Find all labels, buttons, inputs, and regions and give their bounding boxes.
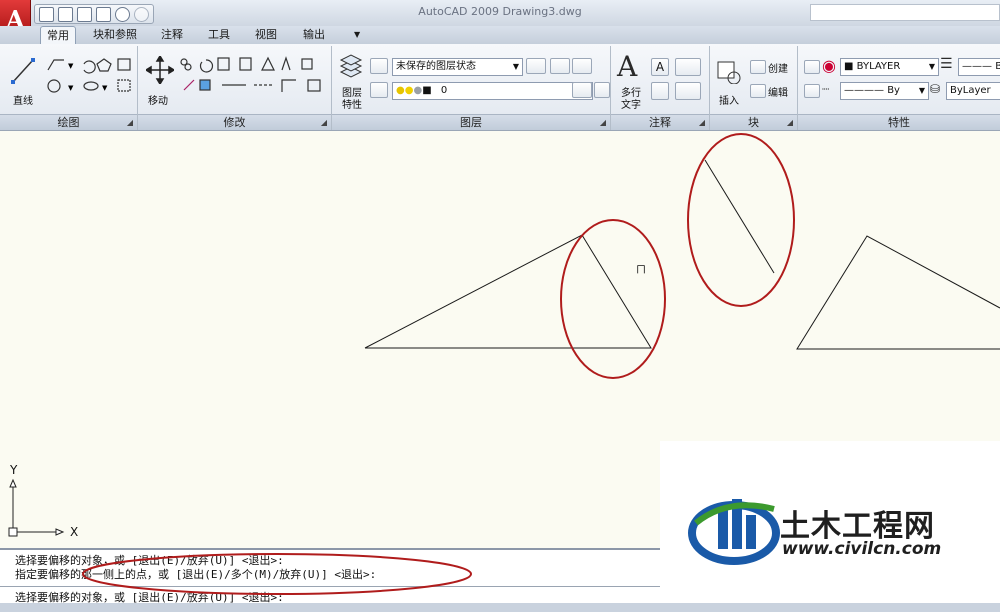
modify-panel: 移动 修改 ◢ [138, 46, 332, 130]
linetype-dropdown[interactable]: ———— By ▼ [840, 82, 929, 100]
pick-cursor: ㄇ [636, 265, 646, 276]
annotation-panel-title[interactable]: 注释 ◢ [611, 114, 709, 130]
draw-tools-grid: ▼ ▼ ▼ [47, 58, 131, 93]
dimension-icon[interactable] [675, 58, 701, 76]
layer-tool-icon[interactable] [526, 58, 546, 74]
modify-tools-grid [180, 56, 321, 92]
layer-properties-icon[interactable] [338, 52, 364, 78]
watermark-logo-icon [688, 499, 780, 565]
left-triangle[interactable] [364, 234, 652, 349]
table-icon[interactable] [651, 82, 669, 100]
properties-panel-title[interactable]: 特性 [798, 114, 1000, 130]
chamfer-icon [281, 79, 296, 92]
tab-blocks-references[interactable]: 块和参照 [87, 26, 143, 44]
tab-output[interactable]: 输出 [297, 26, 331, 44]
lineweight-icon: ☰ [940, 56, 953, 72]
lineweight-bylayer-dropdown[interactable]: ByLayer [946, 82, 1000, 100]
tab-home[interactable]: 常用 [40, 26, 76, 44]
multileader-icon[interactable] [675, 82, 701, 100]
arc-icon [83, 60, 96, 74]
layer-properties-label-2: 特性 [342, 100, 362, 111]
circle-icon [47, 79, 61, 93]
watermark-url: www.civilcn.com [782, 539, 942, 559]
layers-panel-title[interactable]: 图层 ◢ [332, 114, 610, 130]
right-triangle[interactable] [796, 235, 1000, 350]
mirror-icon [261, 56, 275, 71]
erase-icon [183, 79, 195, 91]
list-icon[interactable] [804, 84, 820, 98]
search-input[interactable] [810, 4, 1000, 21]
properties-panel: ◉ ■ BYLAYER▼ ☰ ——— B ┈ ———— By▼ ⛁ ByLaye… [798, 46, 1000, 130]
watermark-overlay: 土木工程网 www.civilcn.com [660, 441, 1000, 589]
match-properties-icon[interactable] [804, 60, 820, 74]
rotate-icon [199, 59, 214, 73]
annotation-ellipse-middle [687, 133, 795, 307]
polyline-icon [47, 59, 64, 71]
ribbon-tabs: 常用 块和参照 注释 工具 视图 输出 ▼ [0, 26, 1000, 44]
lineweight-dropdown[interactable]: ——— B [958, 58, 1000, 76]
layer-state-dropdown[interactable]: 未保存的图层状态 ▼ [392, 58, 523, 76]
insert-block-icon[interactable] [716, 56, 744, 84]
layer-tool-icon[interactable] [572, 82, 592, 98]
edit-block-label[interactable]: 编辑 [768, 84, 788, 99]
ucs-x-label: X [70, 525, 79, 539]
copy-icon [239, 57, 252, 71]
title-bar: AutoCAD 2009 Drawing3.dwg [0, 0, 1000, 27]
insert-block-label: 插入 [719, 96, 739, 107]
create-block-label[interactable]: 创建 [768, 60, 788, 75]
annotation-panel: A 多行 文字 A 注释 ◢ [611, 46, 710, 130]
edit-block-icon[interactable] [750, 84, 766, 98]
plot-style-icon: ⛁ [930, 82, 941, 96]
tab-annotate[interactable]: 注释 [155, 26, 189, 44]
offset-icon [307, 79, 321, 92]
current-layer-dropdown[interactable]: ●●●■ 0▼ [392, 82, 593, 100]
offset-line[interactable] [704, 159, 775, 274]
line-tool-icon[interactable] [10, 56, 36, 86]
create-block-icon[interactable] [750, 60, 766, 74]
color-dropdown[interactable]: ■ BYLAYER ▼ [840, 58, 939, 76]
layer-tool-icon[interactable] [594, 82, 610, 98]
svg-text:▼: ▼ [102, 84, 108, 92]
hatch-icon [117, 79, 131, 92]
layers-panel: 图层 特性 未保存的图层状态▼ ●●●■ 0▼ 图层◢ [332, 46, 611, 130]
linetype-icon: ┈ [822, 82, 830, 96]
fillet-icon [281, 56, 291, 71]
svg-text:▼: ▼ [68, 62, 74, 70]
explode-icon [199, 79, 211, 91]
ribbon: 直线 ▼ ▼ ▼ 绘图 ◢ 移动 修改 ◢ 图层 特性 未保存的图层状态 ▼ ●… [0, 44, 1000, 131]
make-current-layer-icon[interactable] [370, 82, 388, 98]
block-panel-title[interactable]: 块 ◢ [710, 114, 797, 130]
layer-state-manager-icon[interactable] [370, 58, 388, 74]
draw-panel: 直线 ▼ ▼ ▼ 绘图 ◢ [0, 46, 138, 130]
status-bar [0, 603, 1000, 612]
annotation-ellipse-command [82, 553, 472, 595]
polygon-icon [96, 58, 112, 72]
rectangle-icon [117, 58, 131, 71]
trim-icon [217, 57, 230, 71]
mtext-label-2: 文字 [621, 100, 641, 111]
multiline-text-icon[interactable]: A [617, 50, 637, 83]
ucs-y-label: Y [10, 463, 18, 477]
minimize-ribbon-icon[interactable]: ▼ [348, 26, 366, 44]
block-panel: 插入 创建 编辑 块 ◢ [710, 46, 798, 130]
tab-tools[interactable]: 工具 [202, 26, 236, 44]
color-wheel-icon[interactable]: ◉ [822, 56, 836, 75]
array-icon [301, 58, 313, 70]
layer-tool-icon[interactable] [572, 58, 592, 74]
modify-panel-title[interactable]: 修改 ◢ [138, 114, 331, 130]
tab-view[interactable]: 视图 [249, 26, 283, 44]
line-tool-label: 直线 [13, 96, 33, 107]
single-line-text-icon[interactable]: A [651, 58, 669, 76]
ucs-icon [8, 478, 65, 537]
ellipse-icon [83, 81, 99, 91]
svg-text:▼: ▼ [68, 84, 74, 92]
move-tool-label: 移动 [148, 96, 168, 107]
draw-panel-title[interactable]: 绘图 ◢ [0, 114, 137, 130]
annotation-ellipse-left [560, 219, 666, 379]
layer-tool-icon[interactable] [550, 58, 570, 74]
move-tool-icon[interactable] [146, 56, 174, 84]
